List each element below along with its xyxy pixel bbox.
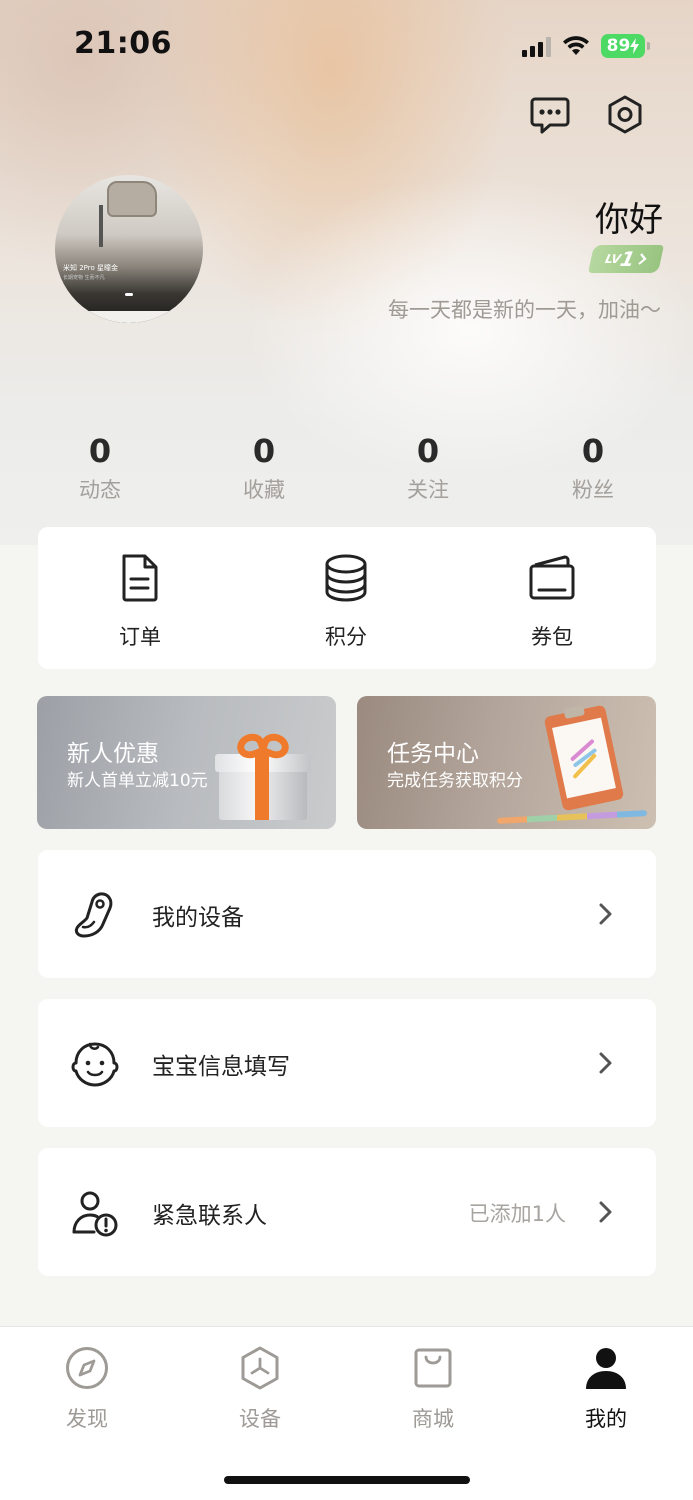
stat-value: 0 <box>252 432 276 470</box>
motto-text: 每一天都是新的一天，加油～ <box>388 298 661 322</box>
avatar-bottom-strip <box>55 311 203 323</box>
emergency-contact-icon <box>72 1191 118 1237</box>
chevron-right-icon <box>599 1201 612 1223</box>
stat-followers[interactable]: 0 粉丝 <box>533 432 653 504</box>
stat-favorites[interactable]: 0 收藏 <box>204 432 324 504</box>
user-avatar[interactable]: 米知 2Pro 星瞳金 长期宠物 生而不凡 <box>55 175 203 323</box>
promo-title: 新人优惠 <box>67 741 159 767</box>
status-icons: 89 <box>522 32 650 60</box>
coins-stack-icon <box>325 554 367 602</box>
charging-bolt-icon <box>630 38 640 54</box>
promo-subtitle: 新人首单立减10元 <box>67 771 208 791</box>
orders-button[interactable]: 订单 <box>80 553 200 651</box>
clipboard-illustration <box>543 704 625 812</box>
person-icon <box>586 1348 626 1389</box>
coupons-button[interactable]: 券包 <box>492 553 612 651</box>
baby-face-icon <box>71 1042 119 1087</box>
level-number: 1 <box>618 247 638 271</box>
stat-label: 收藏 <box>243 478 285 502</box>
chevron-right-icon <box>599 903 612 925</box>
chevron-right-icon <box>599 1052 612 1074</box>
compass-icon <box>66 1347 108 1389</box>
tab-devices[interactable]: 设备 <box>205 1345 315 1433</box>
stat-value: 0 <box>88 432 112 470</box>
gift-box-illustration <box>215 726 311 822</box>
wallet-icon <box>529 555 575 600</box>
menu-item-emergency-contact[interactable]: 紧急联系人 已添加1人 <box>38 1148 656 1276</box>
stat-label: 动态 <box>79 478 121 502</box>
home-indicator[interactable] <box>224 1476 470 1484</box>
tab-label: 商城 <box>412 1407 454 1431</box>
message-icon <box>530 97 570 134</box>
avatar-page-dot <box>125 293 133 296</box>
settings-icon <box>608 95 642 134</box>
tab-label: 我的 <box>585 1407 627 1431</box>
shopping-bag-icon <box>414 1348 452 1388</box>
avatar-product-image <box>107 181 157 217</box>
menu-item-label: 宝宝信息填写 <box>152 1054 290 1080</box>
quick-actions-card: 订单 积分 券包 <box>38 527 656 669</box>
crayons-illustration <box>496 810 648 824</box>
stat-value: 0 <box>581 432 605 470</box>
tab-label: 设备 <box>239 1407 281 1431</box>
menu-item-my-devices[interactable]: 我的设备 <box>38 850 656 978</box>
level-badge[interactable]: LV 1 <box>588 245 664 273</box>
avatar-subcaption: 长期宠物 生而不凡 <box>63 275 105 281</box>
wifi-icon <box>563 36 589 55</box>
stat-posts[interactable]: 0 动态 <box>40 432 160 504</box>
tab-discover[interactable]: 发现 <box>32 1345 142 1433</box>
status-time: 21:06 <box>74 26 172 61</box>
menu-item-baby-info[interactable]: 宝宝信息填写 <box>38 999 656 1127</box>
settings-button[interactable] <box>602 92 648 138</box>
task-center-banner[interactable]: 任务中心 完成任务获取积分 <box>357 696 656 829</box>
message-button[interactable] <box>527 92 573 138</box>
menu-item-label: 紧急联系人 <box>152 1203 267 1229</box>
tab-mine[interactable]: 我的 <box>551 1345 661 1433</box>
cellular-signal-icon <box>522 35 551 57</box>
order-document-icon <box>122 554 158 602</box>
stat-label: 关注 <box>407 478 449 502</box>
chevron-right-icon <box>637 253 647 265</box>
tab-label: 发现 <box>66 1407 108 1431</box>
battery-level: 89 <box>606 36 631 56</box>
device-hexagon-icon <box>241 1346 279 1390</box>
tab-shop[interactable]: 商城 <box>378 1345 488 1433</box>
points-button[interactable]: 积分 <box>286 553 406 651</box>
stat-following[interactable]: 0 关注 <box>368 432 488 504</box>
menu-item-label: 我的设备 <box>152 905 244 931</box>
avatar-product-stand <box>99 205 103 247</box>
emergency-contact-count: 已添加1人 <box>468 1202 566 1226</box>
car-seat-icon <box>74 892 113 938</box>
new-user-promo-banner[interactable]: 新人优惠 新人首单立减10元 <box>37 696 336 829</box>
promo-title: 任务中心 <box>387 741 479 767</box>
greeting-text: 你好 <box>595 200 663 240</box>
orders-label: 订单 <box>119 625 161 649</box>
stat-value: 0 <box>416 432 440 470</box>
points-label: 积分 <box>325 625 367 649</box>
avatar-caption: 米知 2Pro 星瞳金 <box>63 264 119 272</box>
battery-indicator: 89 <box>601 34 650 58</box>
coupons-label: 券包 <box>531 625 573 649</box>
stat-label: 粉丝 <box>572 478 614 502</box>
bottom-tab-bar: 发现 设备 商城 我的 <box>0 1326 693 1500</box>
promo-subtitle: 完成任务获取积分 <box>387 771 523 791</box>
